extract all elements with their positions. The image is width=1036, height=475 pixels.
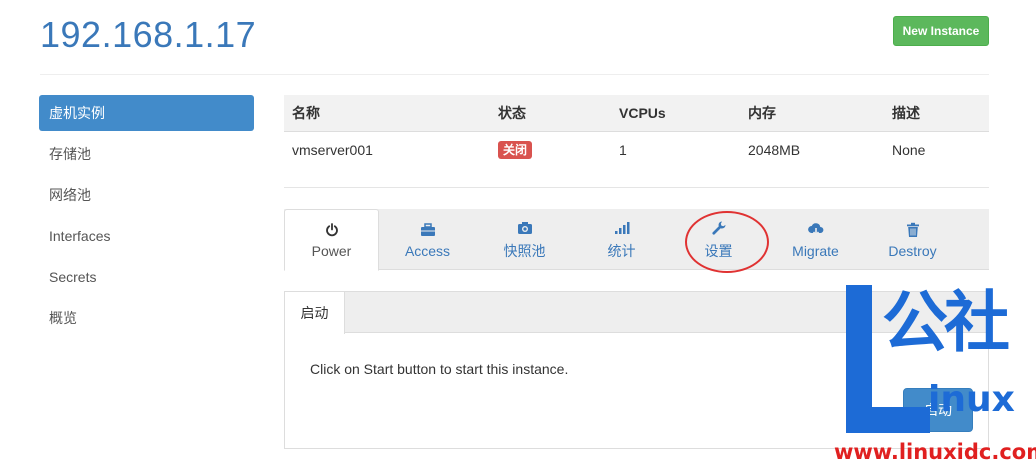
briefcase-icon <box>420 221 436 239</box>
tab-label: Migrate <box>792 242 839 259</box>
instance-memory: 2048MB <box>748 142 801 159</box>
tab-power[interactable]: Power <box>284 209 379 271</box>
power-panel: 启动 Click on Start button to start this i… <box>284 291 989 449</box>
column-header-description: 描述 <box>884 95 989 132</box>
tab-destroy[interactable]: Destroy <box>865 209 960 270</box>
power-subtabs: 启动 <box>285 292 988 334</box>
status-badge: 关闭 <box>498 141 533 160</box>
sidebar-item-network-pools[interactable]: 网络池 <box>39 177 254 218</box>
header-divider <box>40 74 989 75</box>
tab-stats[interactable]: 统计 <box>574 209 669 270</box>
tab-migrate[interactable]: Migrate <box>768 209 863 270</box>
tab-access[interactable]: Access <box>380 209 475 270</box>
tab-label: 统计 <box>607 242 636 259</box>
tab-label: 快照池 <box>503 242 546 259</box>
column-header-name: 名称 <box>284 95 490 132</box>
sidebar-item-overview[interactable]: 概览 <box>39 300 254 341</box>
wrench-icon <box>711 219 727 237</box>
column-header-memory: 内存 <box>740 95 884 132</box>
trash-icon <box>906 221 920 239</box>
camera-icon <box>517 219 533 237</box>
start-button[interactable]: 启动 <box>903 388 973 432</box>
subtab-start[interactable]: 启动 <box>285 292 345 334</box>
tab-label: Power <box>311 243 352 259</box>
sidebar-item-interfaces[interactable]: Interfaces <box>39 218 254 259</box>
table-header-row: 名称 状态 VCPUs 内存 描述 <box>284 95 989 132</box>
tab-settings[interactable]: 设置 <box>671 209 766 270</box>
new-instance-button[interactable]: New Instance <box>893 16 989 46</box>
tab-label: Access <box>404 242 451 259</box>
cloud-download-icon <box>807 221 825 239</box>
instance-action-tabs: Power Access 快照池 统计 设置 Migrate Destroy <box>284 209 989 271</box>
column-header-vcpus: VCPUs <box>611 95 740 132</box>
instances-table: 名称 状态 VCPUs 内存 描述 vmserver001 关闭 1 2048M… <box>284 95 989 169</box>
column-header-status: 状态 <box>490 95 611 132</box>
tab-snapshots[interactable]: 快照池 <box>477 209 572 270</box>
table-divider <box>284 187 989 188</box>
tab-label: Destroy <box>888 242 937 259</box>
power-message: Click on Start button to start this inst… <box>310 361 569 377</box>
sidebar-item-instances[interactable]: 虚机实例 <box>39 95 254 131</box>
table-row[interactable]: vmserver001 关闭 1 2048MB None <box>284 131 989 169</box>
sidebar-item-secrets[interactable]: Secrets <box>39 259 254 300</box>
sidebar: 虚机实例 存储池 网络池 Interfaces Secrets 概览 <box>39 95 254 341</box>
instance-name[interactable]: vmserver001 <box>284 131 490 169</box>
host-title: 192.168.1.17 <box>40 14 257 55</box>
instance-description: None <box>892 142 926 159</box>
tab-label: 设置 <box>704 242 733 259</box>
sidebar-item-storage-pools[interactable]: 存储池 <box>39 136 254 177</box>
signal-bars-icon <box>614 219 630 237</box>
instance-vcpus: 1 <box>619 142 627 159</box>
power-icon <box>325 221 339 239</box>
